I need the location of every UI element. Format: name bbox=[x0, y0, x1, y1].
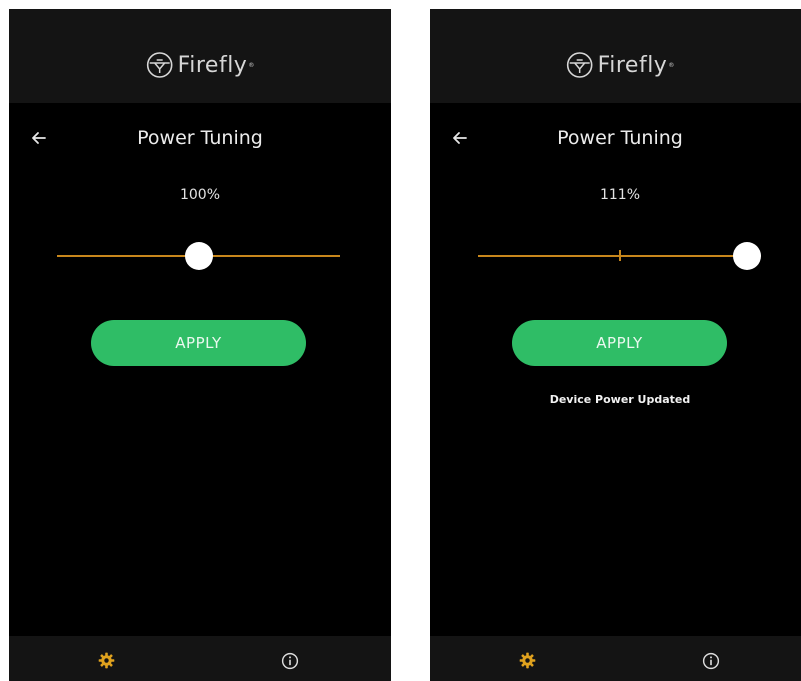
bottom-nav bbox=[9, 636, 391, 681]
firefly-logo-icon bbox=[566, 52, 593, 78]
bottom-nav bbox=[430, 636, 801, 681]
app-header: Firefly ® bbox=[430, 9, 801, 103]
slider-thumb[interactable] bbox=[184, 242, 213, 270]
power-slider[interactable] bbox=[57, 241, 340, 271]
brand-logo: Firefly ® bbox=[146, 51, 255, 79]
info-icon[interactable] bbox=[281, 652, 299, 670]
gear-icon[interactable] bbox=[519, 652, 536, 669]
page-title: Power Tuning bbox=[137, 127, 263, 149]
info-icon[interactable] bbox=[702, 652, 720, 670]
power-slider[interactable] bbox=[478, 241, 761, 271]
page-title: Power Tuning bbox=[557, 127, 683, 149]
app-header: Firefly ® bbox=[9, 9, 391, 103]
apply-button[interactable]: APPLY bbox=[512, 320, 727, 366]
gear-icon[interactable] bbox=[98, 652, 115, 669]
phone-screen-before: Firefly ® Power Tuning 100% APPLY bbox=[9, 9, 391, 681]
status-message: Device Power Updated bbox=[549, 393, 691, 406]
phone-screen-after: Firefly ® Power Tuning 111% APPLY Device … bbox=[430, 9, 801, 681]
brand-registered-mark: ® bbox=[248, 61, 255, 69]
apply-button[interactable]: APPLY bbox=[91, 320, 306, 366]
power-percent-value: 111% bbox=[599, 187, 641, 203]
brand-name: Firefly bbox=[597, 52, 668, 78]
brand-name: Firefly bbox=[177, 52, 248, 78]
brand-logo: Firefly ® bbox=[566, 51, 675, 79]
slider-thumb[interactable] bbox=[732, 242, 761, 270]
slider-default-tick bbox=[618, 250, 621, 261]
brand-registered-mark: ® bbox=[668, 61, 675, 69]
firefly-logo-icon bbox=[146, 52, 173, 78]
power-percent-value: 100% bbox=[179, 187, 221, 203]
